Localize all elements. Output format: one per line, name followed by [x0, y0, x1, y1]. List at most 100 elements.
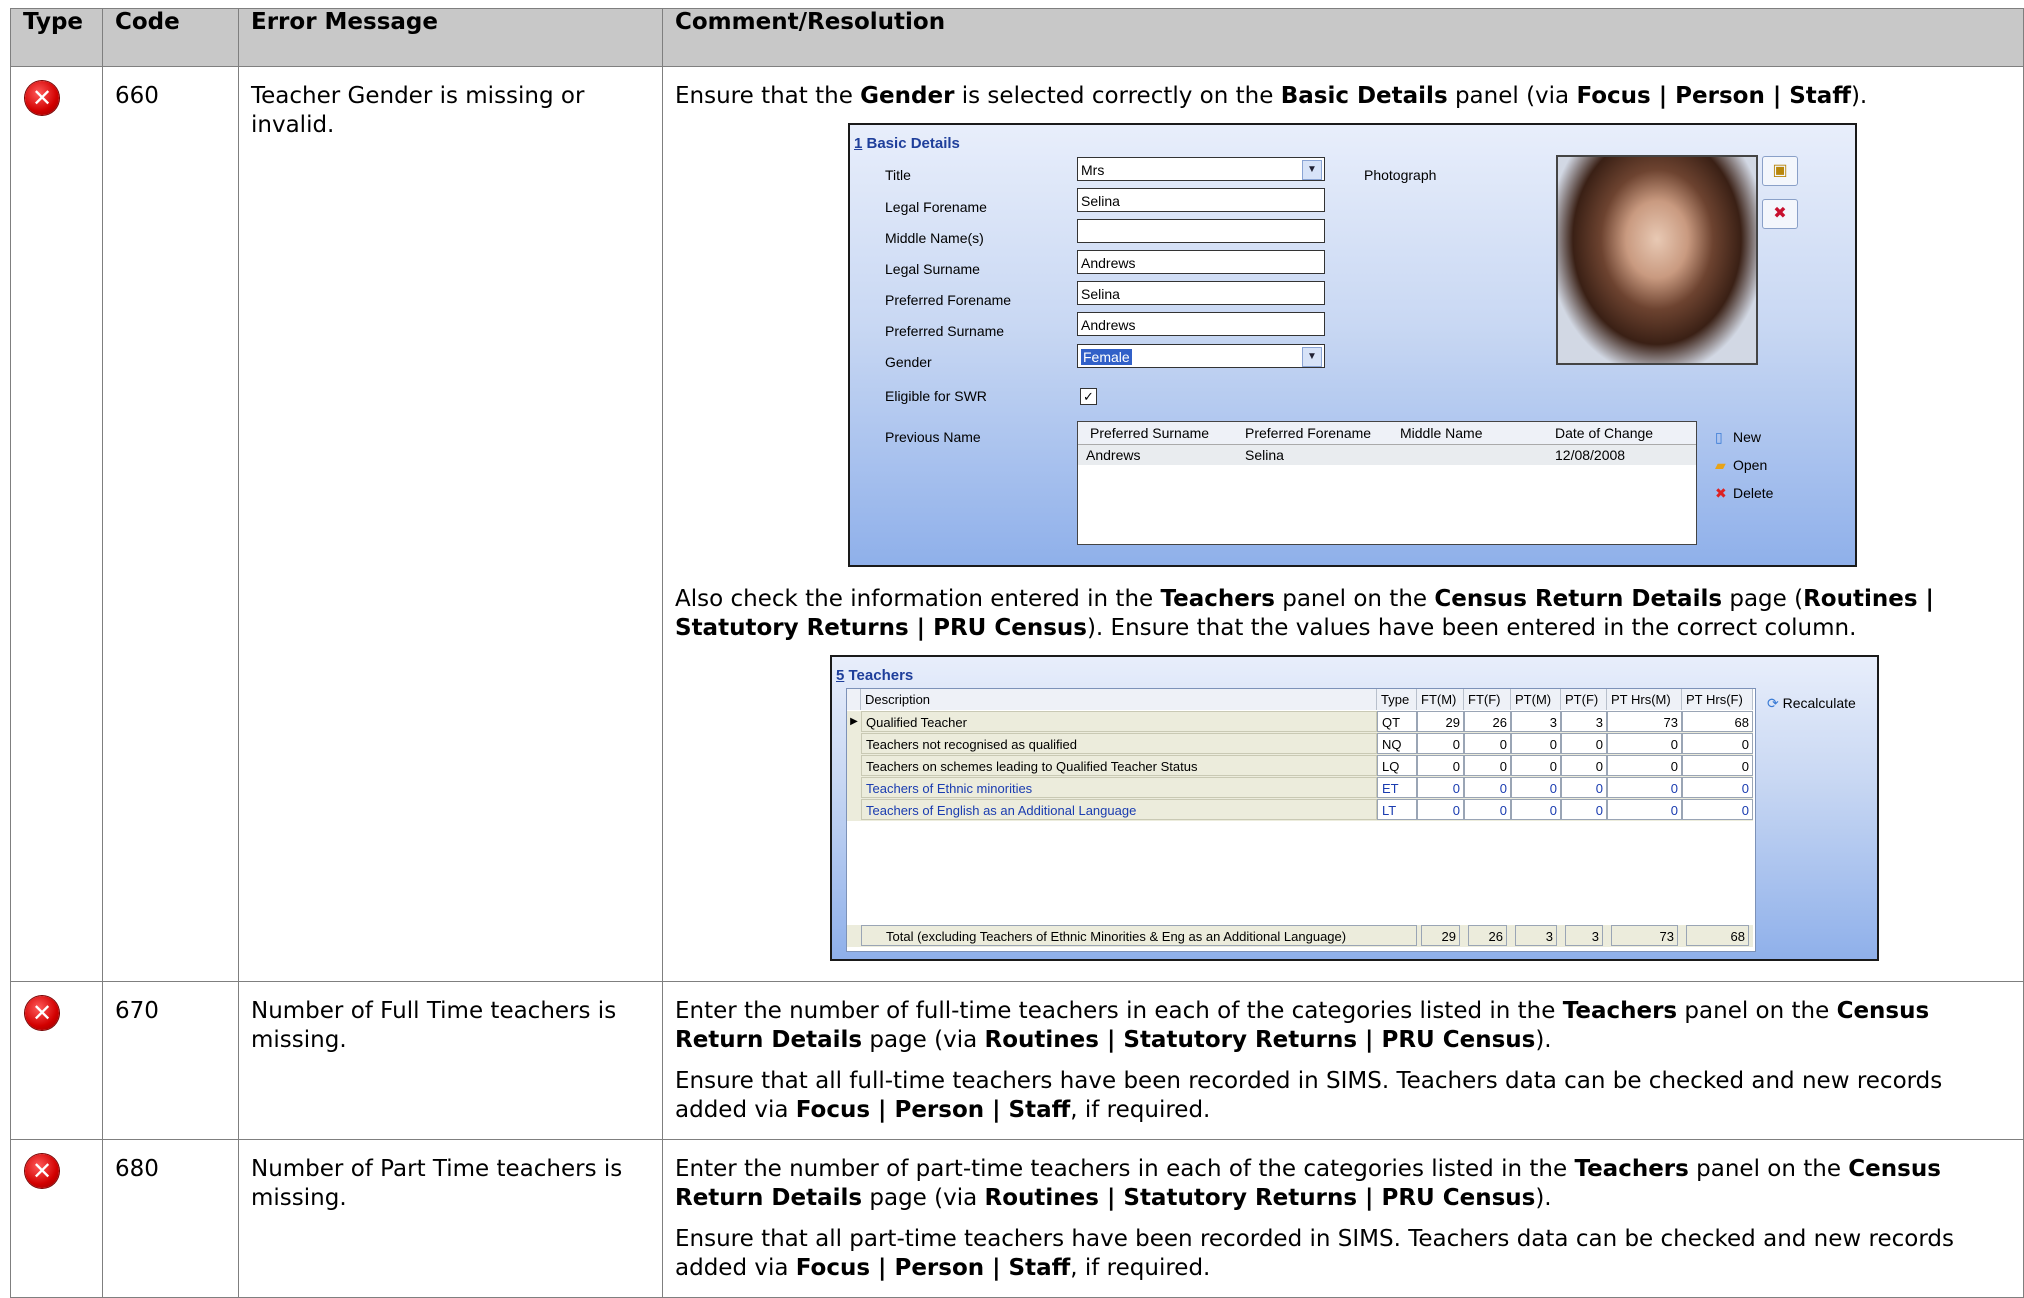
legal-forename-label: Legal Forename — [885, 199, 987, 215]
gender-label: Gender — [885, 354, 932, 370]
error-code: 680 — [115, 1156, 159, 1182]
chevron-down-icon[interactable]: ▼ — [1302, 347, 1322, 367]
count-cell[interactable]: 26 — [1464, 711, 1511, 732]
count-cell[interactable]: 3 — [1511, 711, 1561, 732]
col-header: Description — [861, 689, 1377, 710]
count-cell[interactable]: 0 — [1511, 799, 1561, 820]
row-selector-icon — [847, 755, 861, 776]
total-cell: 73 — [1611, 925, 1678, 946]
preferred-forename-field[interactable]: Selina — [1077, 281, 1325, 305]
table-header: Type Code Error Message Comment/Resoluti… — [10, 8, 2024, 67]
preferred-surname-label: Preferred Surname — [885, 323, 1005, 339]
count-cell[interactable]: 0 — [1417, 777, 1464, 798]
count-cell[interactable]: 0 — [1464, 755, 1511, 776]
teachers-row[interactable]: ▶ Qualified Teacher QT 29 26 3 3 73 68 — [847, 711, 1753, 733]
count-cell[interactable]: 0 — [1561, 777, 1607, 798]
row-selector-icon — [847, 777, 861, 798]
count-cell[interactable]: 0 — [1417, 733, 1464, 754]
middle-names-field[interactable] — [1077, 219, 1325, 243]
resolution-paragraph: Also check the information entered in th… — [675, 586, 1934, 641]
count-cell[interactable]: 3 — [1561, 711, 1607, 732]
recalculate-icon: ⟳ — [1767, 695, 1779, 711]
col-header: FT(M) — [1417, 689, 1464, 710]
header-type: Type — [10, 8, 103, 67]
count-cell[interactable]: 0 — [1417, 755, 1464, 776]
row-description: Teachers of English as an Additional Lan… — [861, 799, 1377, 820]
count-cell[interactable]: 29 — [1417, 711, 1464, 732]
row-description: Teachers on schemes leading to Qualified… — [861, 755, 1377, 776]
error-icon: ✕ — [25, 1154, 59, 1188]
preferred-forename-label: Preferred Forename — [885, 292, 1012, 308]
delete-button[interactable]: ✖ Delete — [1715, 479, 1773, 507]
grid-row[interactable]: Andrews Selina 12/08/2008 — [1078, 445, 1696, 465]
total-cell: 29 — [1421, 925, 1460, 946]
grid-header: Preferred Forename — [1245, 425, 1372, 441]
photograph-label: Photograph — [1364, 167, 1437, 183]
panel-title[interactable]: 5 Teachers — [836, 661, 913, 690]
count-cell[interactable]: 0 — [1607, 755, 1682, 776]
previous-name-grid: Preferred Surname Preferred Forename Mid… — [1077, 421, 1697, 545]
count-cell[interactable]: 0 — [1607, 733, 1682, 754]
count-cell[interactable]: 0 — [1607, 777, 1682, 798]
new-button[interactable]: ▯ New — [1715, 423, 1773, 451]
row-type: ET — [1377, 777, 1417, 798]
recalculate-button[interactable]: ⟳ Recalculate — [1767, 689, 1856, 718]
delete-icon: ✖ — [1715, 485, 1727, 501]
teachers-row[interactable]: Teachers on schemes leading to Qualified… — [847, 755, 1753, 777]
remove-photo-icon[interactable]: ✖ — [1762, 199, 1798, 229]
teachers-row[interactable]: Teachers of Ethnic minorities ET 0 0 0 0 0 0 — [847, 777, 1753, 799]
chevron-down-icon[interactable]: ▼ — [1302, 160, 1322, 180]
count-cell[interactable]: 0 — [1682, 799, 1753, 820]
panel-title[interactable]: 1 Basic Details — [854, 129, 960, 158]
legal-surname-field[interactable]: Andrews — [1077, 250, 1325, 274]
swr-checkbox[interactable]: ✓ — [1080, 388, 1097, 405]
count-cell[interactable]: 0 — [1464, 799, 1511, 820]
open-button[interactable]: ▰ Open — [1715, 451, 1773, 479]
col-header: PT(F) — [1561, 689, 1607, 710]
count-cell[interactable]: 0 — [1561, 755, 1607, 776]
row-type: LT — [1377, 799, 1417, 820]
error-icon: ✕ — [25, 996, 59, 1030]
count-cell[interactable]: 0 — [1464, 733, 1511, 754]
col-header: FT(F) — [1464, 689, 1511, 710]
count-cell[interactable]: 0 — [1511, 733, 1561, 754]
count-cell[interactable]: 0 — [1561, 733, 1607, 754]
gender-select[interactable]: Female ▼ — [1077, 344, 1325, 368]
teachers-grid: Description Type FT(M) FT(F) PT(M) PT(F)… — [846, 688, 1756, 952]
teachers-grid-header: Description Type FT(M) FT(F) PT(M) PT(F)… — [847, 689, 1753, 711]
count-cell[interactable]: 0 — [1607, 799, 1682, 820]
folder-icon: ▰ — [1715, 457, 1726, 473]
count-cell[interactable]: 0 — [1682, 755, 1753, 776]
count-cell[interactable]: 0 — [1464, 777, 1511, 798]
count-cell[interactable]: 0 — [1682, 733, 1753, 754]
count-cell[interactable]: 0 — [1511, 755, 1561, 776]
title-select[interactable]: Mrs ▼ — [1077, 157, 1325, 181]
header-code: Code — [102, 8, 239, 67]
preferred-surname-field[interactable]: Andrews — [1077, 312, 1325, 336]
error-icon: ✕ — [25, 81, 59, 115]
teachers-row[interactable]: Teachers not recognised as qualified NQ 0 0… — [847, 733, 1753, 755]
row-type: LQ — [1377, 755, 1417, 776]
col-header: PT Hrs(M) — [1607, 689, 1682, 710]
swr-label: Eligible for SWR — [885, 388, 987, 404]
teachers-total-row: Total (excluding Teachers of Ethnic Mino… — [847, 925, 1753, 947]
col-header: PT Hrs(F) — [1682, 689, 1753, 710]
row-description: Teachers not recognised as qualified — [861, 733, 1377, 754]
grid-header: Date of Change — [1555, 425, 1654, 441]
count-cell[interactable]: 0 — [1682, 777, 1753, 798]
previous-name-actions: ▯ New ▰ Open ✖ Delete — [1715, 423, 1773, 507]
total-cell: 26 — [1468, 925, 1507, 946]
basic-details-panel: 1 Basic Details Title Mrs ▼ Legal Forenam… — [848, 123, 1857, 567]
legal-forename-field[interactable]: Selina — [1077, 188, 1325, 212]
count-cell[interactable]: 0 — [1561, 799, 1607, 820]
count-cell[interactable]: 0 — [1417, 799, 1464, 820]
count-cell[interactable]: 0 — [1511, 777, 1561, 798]
browse-photo-icon[interactable]: ▣ — [1762, 156, 1798, 186]
count-cell[interactable]: 73 — [1607, 711, 1682, 732]
count-cell[interactable]: 68 — [1682, 711, 1753, 732]
row-description: Teachers of Ethnic minorities — [861, 777, 1377, 798]
total-cell: 3 — [1515, 925, 1557, 946]
table-row: ✕ 680 Number of Part Time teachers is mi… — [10, 1139, 2024, 1298]
row-selector-icon — [847, 733, 861, 754]
teachers-row[interactable]: Teachers of English as an Additional Lan… — [847, 799, 1753, 821]
